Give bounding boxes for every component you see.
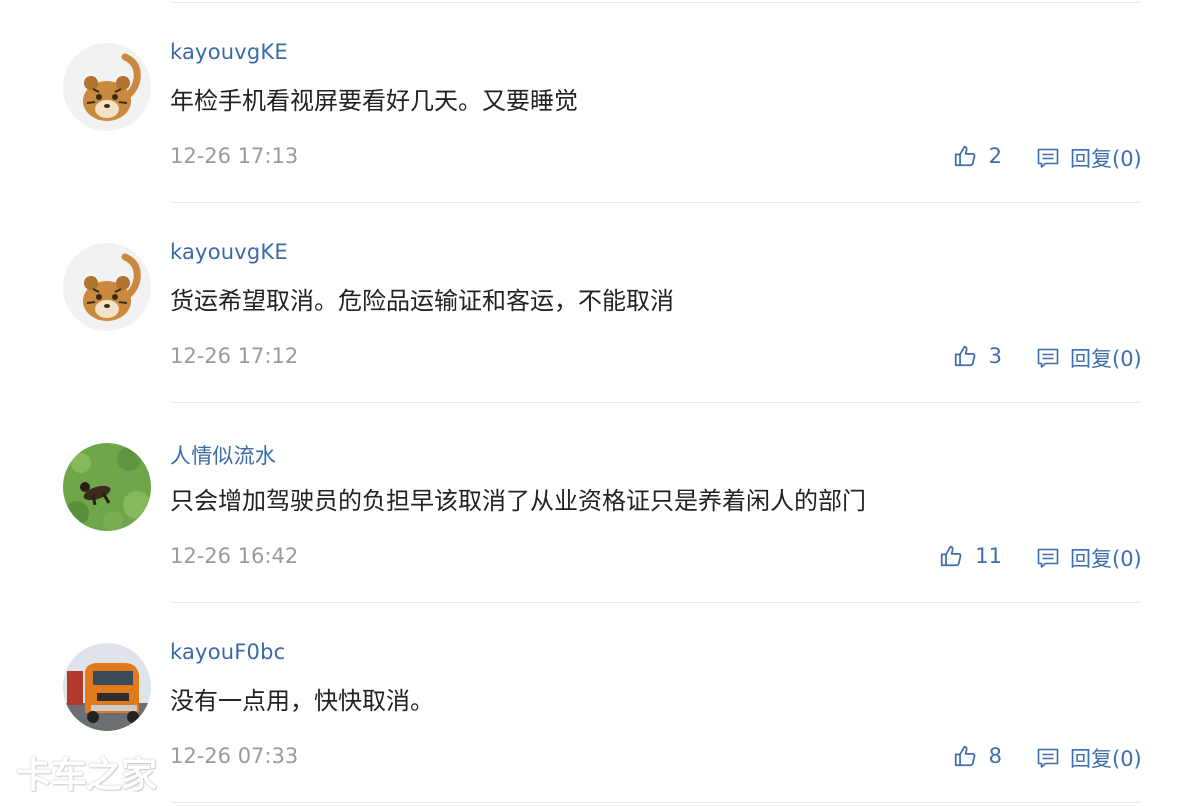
comment-icon — [1037, 348, 1059, 368]
tiger-avatar-image — [63, 43, 151, 131]
reply-label: 回复(0) — [1070, 547, 1142, 571]
username[interactable]: kayouvgKE — [170, 40, 288, 64]
comment-item: kayouvgKE 年检手机看视屏要看好几天。又要睡觉 12-26 17:13 … — [0, 0, 1200, 200]
reply-button[interactable]: 回复(0) — [1036, 743, 1142, 773]
reply-button[interactable]: 回复(0) — [1036, 543, 1142, 573]
comment-icon — [1037, 548, 1059, 568]
avatar[interactable] — [63, 243, 151, 331]
timestamp: 12-26 17:12 — [170, 344, 299, 368]
thumbs-up-icon — [954, 345, 976, 367]
comment-text: 只会增加驾驶员的负担早该取消了从业资格证只是养着闲人的部门 — [170, 487, 866, 515]
reply-label: 回复(0) — [1070, 747, 1142, 771]
tiger-avatar-image — [63, 243, 151, 331]
like-button[interactable]: 3 — [953, 343, 1002, 369]
comment-text: 年检手机看视屏要看好几天。又要睡觉 — [170, 87, 578, 115]
reply-label: 回复(0) — [1070, 147, 1142, 171]
thumbs-up-icon — [941, 545, 962, 567]
thumbs-up-icon — [954, 145, 976, 167]
like-button[interactable]: 8 — [953, 743, 1002, 769]
like-count: 3 — [988, 344, 1002, 368]
username[interactable]: 人情似流水 — [170, 440, 276, 470]
watermark-logo: 卡车之家 — [16, 755, 157, 796]
comment-item: kayouF0bc 没有一点用，快快取消。 12-26 07:33 8 回复(0… — [0, 600, 1200, 800]
like-count: 2 — [988, 144, 1002, 168]
comment-text: 货运希望取消。危险品运输证和客运，不能取消 — [170, 287, 674, 315]
comment-item: 人情似流水 只会增加驾驶员的负担早该取消了从业资格证只是养着闲人的部门 12-2… — [0, 400, 1200, 600]
divider — [170, 802, 1140, 803]
timestamp: 12-26 17:13 — [170, 144, 299, 168]
like-button[interactable]: 2 — [953, 143, 1002, 169]
username[interactable]: kayouvgKE — [170, 240, 288, 264]
username[interactable]: kayouF0bc — [170, 640, 285, 664]
reply-button[interactable]: 回复(0) — [1036, 143, 1142, 173]
like-button[interactable]: 11 — [939, 543, 1002, 569]
dog-on-grass-avatar-image — [63, 443, 151, 531]
truck-avatar-image — [63, 643, 151, 731]
timestamp: 12-26 16:42 — [170, 544, 299, 568]
reply-label: 回复(0) — [1070, 347, 1142, 371]
avatar[interactable] — [63, 443, 151, 531]
comment-item: kayouvgKE 货运希望取消。危险品运输证和客运，不能取消 12-26 17… — [0, 200, 1200, 400]
avatar[interactable] — [63, 643, 151, 731]
avatar[interactable] — [63, 43, 151, 131]
comment-text: 没有一点用，快快取消。 — [170, 687, 434, 715]
like-count: 11 — [975, 544, 1002, 568]
thumbs-up-icon — [954, 745, 976, 767]
comment-icon — [1037, 148, 1059, 168]
reply-button[interactable]: 回复(0) — [1036, 343, 1142, 373]
like-count: 8 — [988, 744, 1002, 768]
timestamp: 12-26 07:33 — [170, 744, 299, 768]
comment-icon — [1037, 748, 1059, 768]
